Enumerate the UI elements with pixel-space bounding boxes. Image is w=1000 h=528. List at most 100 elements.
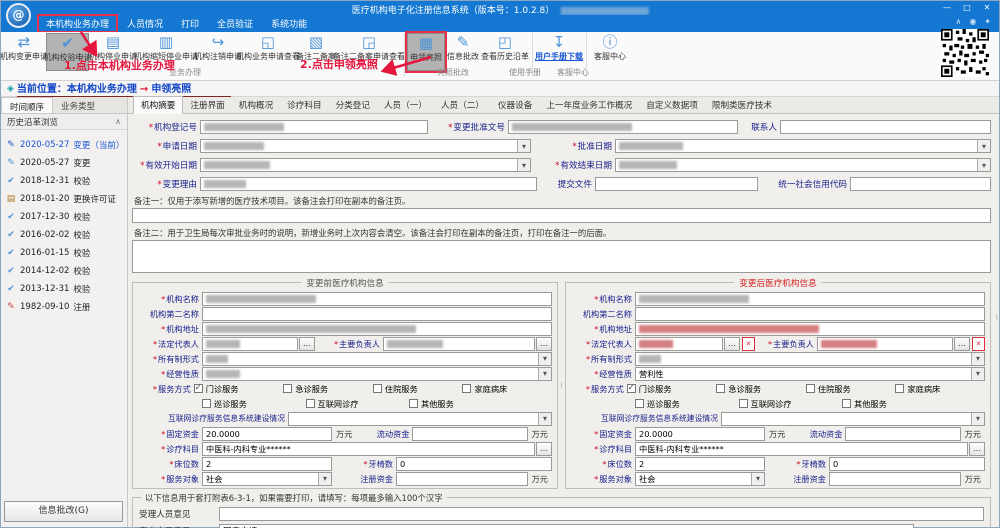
legal-rep-input[interactable] — [635, 337, 723, 351]
beds-input[interactable]: 2 — [202, 457, 332, 471]
approval-no-input[interactable] — [508, 120, 738, 134]
org-name2-input[interactable] — [635, 307, 985, 321]
principal-input[interactable] — [817, 337, 953, 351]
menu-item-print[interactable]: 打印 — [172, 15, 208, 32]
menu-item-system[interactable]: 系统功能 — [262, 15, 316, 32]
valid-end-select[interactable] — [615, 158, 991, 172]
org-addr-input[interactable] — [202, 322, 552, 336]
minimize-button[interactable]: — — [937, 1, 957, 14]
sidebar-tab-time-order[interactable]: 时间顺序 — [1, 97, 53, 113]
toolbar-license-claim-button[interactable]: ▦ 申领亮照 — [407, 33, 445, 71]
checkbox-other[interactable] — [409, 399, 418, 408]
checkbox-internet[interactable] — [739, 399, 748, 408]
reg-capital-input[interactable] — [396, 472, 528, 486]
maximize-button[interactable]: □ — [957, 1, 977, 14]
treat-subjects-browse-button[interactable]: … — [969, 442, 985, 456]
toolbar-change-apply-button[interactable]: ⇄ 机构变更申请 — [3, 33, 45, 71]
principal-browse-button[interactable]: … — [536, 337, 552, 351]
principal-browse-button[interactable]: … — [954, 337, 970, 351]
fixed-capital-input[interactable]: 20.0000 — [635, 427, 765, 441]
history-item[interactable]: ✎2020-05-27变更 — [6, 154, 127, 172]
menu-item-institution-business[interactable]: 本机构业务办理 — [37, 14, 118, 33]
history-item[interactable]: ✔2017-12-30校验 — [6, 208, 127, 226]
toolbar-service-center-button[interactable]: ⓘ 客服中心 — [589, 33, 631, 71]
tab-personnel-2[interactable]: 人员（二） — [434, 97, 491, 113]
approve-date-select[interactable] — [615, 139, 991, 153]
ownership-select[interactable] — [202, 352, 552, 366]
checkbox-outpatient[interactable] — [627, 384, 636, 393]
toolbar-info-correct-button[interactable]: ✎ 信息批改 — [446, 33, 480, 71]
credit-code-input[interactable] — [850, 177, 991, 191]
history-item[interactable]: ✔2014-12-02校验 — [6, 262, 127, 280]
reg-no-input[interactable] — [200, 120, 428, 134]
chairs-input[interactable]: 0 — [396, 457, 552, 471]
contact-input[interactable] — [780, 120, 991, 134]
org-addr-input[interactable] — [635, 322, 985, 336]
checkbox-inpatient[interactable] — [373, 384, 382, 393]
reg-capital-input[interactable] — [829, 472, 961, 486]
history-item[interactable]: ✔2016-01-15校验 — [6, 244, 127, 262]
checkbox-other[interactable] — [842, 399, 851, 408]
org-name2-input[interactable] — [202, 307, 552, 321]
close-button[interactable]: ✕ — [977, 1, 997, 14]
org-name-input[interactable] — [202, 292, 552, 306]
resize-handle[interactable]: ⁞ — [995, 313, 998, 322]
liquid-capital-input[interactable] — [845, 427, 960, 441]
tab-overview[interactable]: 机构概况 — [232, 97, 280, 113]
checkbox-roving[interactable] — [635, 399, 644, 408]
history-item[interactable]: ✔2018-12-31校验 — [6, 172, 127, 190]
ribbon-collapse-icon[interactable]: ∧ — [955, 17, 961, 26]
fixed-capital-input[interactable]: 20.0000 — [202, 427, 332, 441]
tab-treatment-subjects[interactable]: 诊疗科目 — [280, 97, 328, 113]
legal-rep-browse-button[interactable]: … — [724, 337, 740, 351]
breadcrumb-section[interactable]: 本机构业务办理 — [67, 84, 137, 95]
accept-opinion-input[interactable] — [219, 507, 984, 521]
valid-start-select[interactable] — [200, 158, 531, 172]
service-target-select[interactable]: 社会 — [635, 472, 765, 486]
toolbar-business-view-button[interactable]: ◱ 机构业务申请查看 — [241, 33, 295, 71]
treat-subjects-input[interactable]: 中医科-内科专业****** — [202, 442, 535, 456]
service-target-select[interactable]: 社会 — [202, 472, 332, 486]
treat-subjects-input[interactable]: 中医科-内科专业****** — [635, 442, 968, 456]
nature-select[interactable]: 营利性 — [635, 367, 985, 381]
tab-classification[interactable]: 分类登记 — [329, 97, 377, 113]
checkbox-emergency[interactable] — [283, 384, 292, 393]
internet-info-select[interactable] — [288, 412, 552, 426]
remark2-textarea[interactable] — [132, 240, 991, 273]
nature-select[interactable] — [202, 367, 552, 381]
liquid-capital-input[interactable] — [412, 427, 527, 441]
info-correct-button[interactable]: 信息批改(G) — [4, 501, 123, 522]
history-item[interactable]: ▤2018-01-20更换许可证 — [6, 190, 127, 208]
apply-date-select[interactable] — [200, 139, 531, 153]
remark1-input[interactable] — [132, 208, 991, 223]
tab-summary[interactable]: 机构摘要 — [133, 96, 183, 114]
toolbar-manual-download-button[interactable]: ↧ 用户手册下载 — [535, 33, 583, 71]
panel-splitter[interactable]: ⁞ — [558, 282, 565, 489]
tab-equipment[interactable]: 仪器设备 — [491, 97, 539, 113]
checkbox-internet[interactable] — [306, 399, 315, 408]
tab-last-year-work[interactable]: 上一年度业务工作概况 — [539, 97, 639, 113]
review-opinion-input[interactable]: 同意申请 — [219, 524, 914, 528]
collapse-chevron-icon[interactable]: ∧ — [115, 117, 121, 126]
menu-item-personnel[interactable]: 人员情况 — [118, 15, 172, 32]
checkbox-roving[interactable] — [202, 399, 211, 408]
tab-personnel-1[interactable]: 人员（一） — [377, 97, 434, 113]
toolbar-history-view-button[interactable]: ◰ 查看历史沿革 — [481, 33, 529, 71]
toolbar-cancel-apply-button[interactable]: ↪ 机构注销申请 — [196, 33, 240, 71]
legal-rep-input[interactable] — [202, 337, 298, 351]
legal-rep-browse-button[interactable]: … — [299, 337, 315, 351]
tab-custom-data[interactable]: 自定义数据项 — [639, 97, 705, 113]
internet-info-select[interactable] — [721, 412, 985, 426]
tab-restricted-tech[interactable]: 限制类医疗技术 — [705, 97, 779, 113]
menu-item-verification[interactable]: 全员验证 — [208, 15, 262, 32]
history-item[interactable]: ✔2016-02-02校验 — [6, 226, 127, 244]
principal-input[interactable] — [383, 337, 535, 351]
org-name-input[interactable] — [635, 292, 985, 306]
account-icon[interactable]: ◉ — [969, 17, 976, 26]
chairs-input[interactable]: 0 — [829, 457, 985, 471]
sidebar-tab-business-type[interactable]: 业务类型 — [53, 97, 103, 113]
change-reason-input[interactable] — [200, 177, 537, 191]
checkbox-inpatient[interactable] — [806, 384, 815, 393]
beds-input[interactable]: 2 — [635, 457, 765, 471]
app-logo-icon[interactable]: @ — [6, 3, 31, 28]
